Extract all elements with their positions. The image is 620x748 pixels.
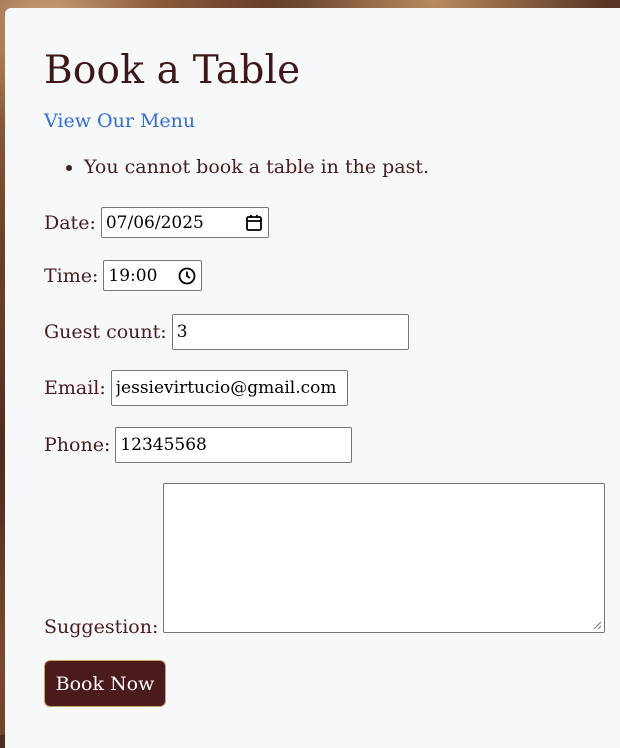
phone-row: Phone: [44,427,353,463]
email-field[interactable] [110,370,348,406]
view-menu-link[interactable]: View Our Menu [44,110,195,132]
email-input[interactable] [115,378,343,398]
error-list: You cannot book a table in the past. [44,156,429,178]
guests-input[interactable] [176,322,404,342]
guests-row: Guest count: [44,314,409,350]
error-message: You cannot book a table in the past. [84,156,429,178]
phone-input[interactable] [120,435,348,455]
phone-field[interactable] [115,427,353,463]
date-label: Date: [44,211,96,234]
date-input[interactable] [105,212,244,233]
book-now-button[interactable]: Book Now [44,660,166,707]
clock-icon[interactable] [177,266,197,286]
time-row: Time: [44,260,203,291]
date-row: Date: [44,207,269,238]
suggestion-label: Suggestion: [44,616,159,638]
time-input[interactable] [108,265,178,286]
suggestion-row: Suggestion: [44,483,606,638]
time-label: Time: [44,264,99,287]
suggestion-textarea[interactable] [163,483,606,633]
guests-field[interactable] [171,314,409,350]
calendar-icon[interactable] [244,213,264,233]
email-row: Email: [44,370,348,406]
date-field[interactable] [100,207,269,238]
time-field[interactable] [103,260,203,291]
resize-grip-icon[interactable] [593,621,602,630]
booking-card: Book a Table View Our Menu You cannot bo… [5,8,620,748]
guests-label: Guest count: [44,321,167,343]
page-title: Book a Table [44,48,301,93]
phone-label: Phone: [44,434,111,456]
email-label: Email: [44,377,106,399]
